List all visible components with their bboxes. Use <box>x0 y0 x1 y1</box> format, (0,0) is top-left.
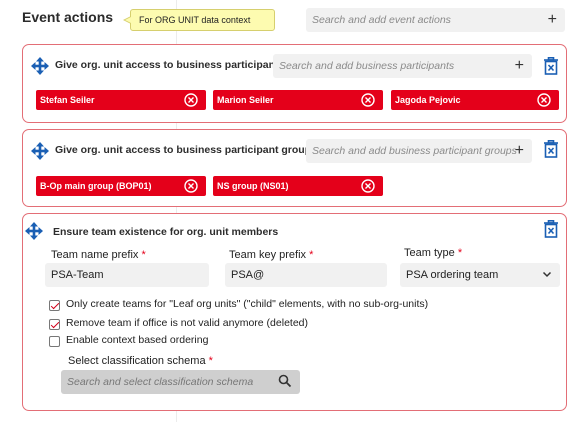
card-title: Ensure team existence for org. unit memb… <box>53 226 279 238</box>
label-text: Team name prefix <box>51 249 139 261</box>
card-title: Give org. unit access to business partic… <box>55 59 285 71</box>
remove-circle-icon[interactable] <box>184 179 198 193</box>
leaf-org-units-label: Only create teams for "Leaf org units" (… <box>66 298 429 310</box>
team-type-value: PSA ordering team <box>406 269 499 281</box>
required-mark: * <box>457 247 463 259</box>
move-arrows-icon[interactable] <box>25 222 43 240</box>
participants-search-placeholder: Search and add business participants <box>279 60 455 72</box>
participant-group-chip: B-Op main group (BOP01) <box>36 176 206 196</box>
event-actions-search[interactable]: Search and add event actions + <box>306 8 565 32</box>
plus-icon[interactable]: + <box>515 139 524 162</box>
context-ordering-label: Enable context based ordering <box>66 334 209 346</box>
context-tooltip: For ORG UNIT data context <box>123 9 275 31</box>
label-text: Team type <box>404 247 455 259</box>
team-key-prefix-label: Team key prefix * <box>229 249 313 261</box>
team-type-select[interactable]: PSA ordering team <box>400 263 560 287</box>
required-mark: * <box>309 249 314 261</box>
participant-groups-search-placeholder: Search and add business participant grou… <box>312 145 517 157</box>
trash-icon[interactable] <box>543 220 559 238</box>
chip-label: Marion Seiler <box>217 95 274 105</box>
chip-label: B-Op main group (BOP01) <box>40 181 152 191</box>
remove-circle-icon[interactable] <box>361 93 375 107</box>
participant-group-chip: NS group (NS01) <box>213 176 383 196</box>
move-arrows-icon[interactable] <box>31 142 49 160</box>
chip-label: NS group (NS01) <box>217 181 289 191</box>
required-mark: * <box>141 249 146 261</box>
event-actions-search-placeholder: Search and add event actions <box>312 14 451 26</box>
participants-search[interactable]: Search and add business participants + <box>273 54 532 78</box>
team-type-label: Team type * <box>404 247 462 259</box>
remove-team-label: Remove team if office is not valid anymo… <box>66 317 309 329</box>
context-ordering-checkbox[interactable] <box>49 336 60 347</box>
action-card-participants: Give org. unit access to business partic… <box>22 44 567 123</box>
trash-icon[interactable] <box>543 140 559 158</box>
chevron-down-icon <box>542 271 552 278</box>
action-card-team-existence: Ensure team existence for org. unit memb… <box>22 213 567 411</box>
participant-chip: Marion Seiler <box>213 90 383 110</box>
plus-icon[interactable]: + <box>548 8 557 31</box>
section-title: Event actions <box>22 9 114 25</box>
participant-chip: Jagoda Pejovic <box>391 90 559 110</box>
remove-circle-icon[interactable] <box>537 93 551 107</box>
label-text: Select classification schema <box>68 355 206 367</box>
remove-circle-icon[interactable] <box>361 179 375 193</box>
magnifier-icon[interactable] <box>278 374 292 388</box>
classification-schema-search[interactable]: Search and select classification schema <box>61 370 300 394</box>
chip-label: Jagoda Pejovic <box>395 95 461 105</box>
team-name-prefix-label: Team name prefix * <box>51 249 146 261</box>
required-mark: * <box>208 355 213 367</box>
remove-circle-icon[interactable] <box>184 93 198 107</box>
plus-icon[interactable]: + <box>515 54 524 77</box>
classification-schema-label: Select classification schema * <box>68 355 213 367</box>
card-title: Give org. unit access to business partic… <box>55 144 317 156</box>
classification-schema-placeholder: Search and select classification schema <box>67 376 254 388</box>
remove-team-checkbox[interactable] <box>49 319 60 330</box>
action-card-participant-groups: Give org. unit access to business partic… <box>22 129 567 207</box>
leaf-org-units-checkbox[interactable] <box>49 300 60 311</box>
chip-label: Stefan Seiler <box>40 95 95 105</box>
participant-chip: Stefan Seiler <box>36 90 206 110</box>
participant-groups-search[interactable]: Search and add business participant grou… <box>306 139 532 163</box>
label-text: Team key prefix <box>229 249 307 261</box>
team-name-prefix-input[interactable]: PSA-Team <box>45 263 209 287</box>
move-arrows-icon[interactable] <box>31 57 49 75</box>
trash-icon[interactable] <box>543 57 559 75</box>
team-key-prefix-input[interactable]: PSA@ <box>225 263 387 287</box>
